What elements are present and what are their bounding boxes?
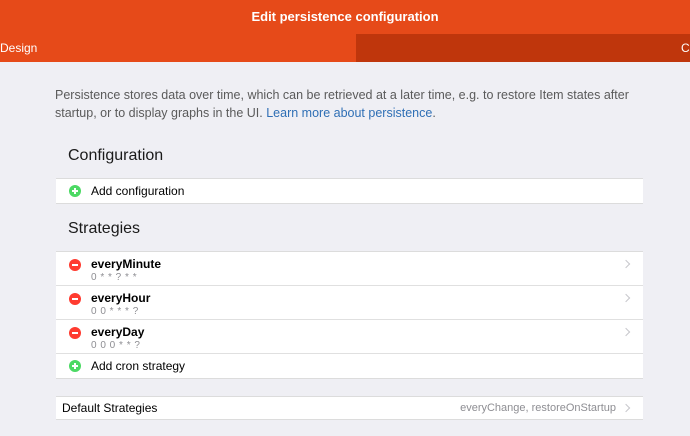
add-configuration-row[interactable]: Add configuration [56, 179, 643, 203]
configuration-heading: Configuration [68, 147, 164, 164]
default-strategies-label: Default Strategies [62, 401, 158, 415]
strategies-list: everyMinute 0 * * ? * * everyHour 0 0 * … [56, 251, 643, 379]
tab-bar: Design Co [0, 34, 690, 62]
add-cron-strategy-label: Add cron strategy [91, 359, 186, 373]
strategy-row[interactable]: everyHour 0 0 * * * ? [56, 286, 643, 320]
page-title: Edit persistence configuration [251, 9, 439, 24]
navbar: Edit persistence configuration [0, 0, 690, 34]
intro-suffix: . [432, 106, 436, 120]
remove-icon[interactable] [69, 327, 81, 339]
add-icon [69, 185, 81, 197]
intro-text: Persistence stores data over time, which… [55, 86, 655, 122]
configuration-list: Add configuration [56, 178, 643, 204]
strategy-name: everyHour [91, 291, 151, 305]
remove-icon[interactable] [69, 259, 81, 271]
strategy-name: everyMinute [91, 257, 162, 271]
tab-code-label: Co [681, 41, 690, 55]
add-configuration-label: Add configuration [91, 184, 185, 198]
tab-design[interactable]: Design [0, 34, 356, 62]
chevron-right-icon [621, 327, 631, 337]
strategies-heading: Strategies [68, 220, 141, 237]
tab-code[interactable]: Co [356, 34, 690, 62]
strategy-row[interactable]: everyMinute 0 * * ? * * [56, 252, 643, 286]
learn-more-link[interactable]: Learn more about persistence [266, 106, 432, 120]
chevron-right-icon [621, 293, 631, 303]
default-strategies-row[interactable]: Default Strategies everyChange, restoreO… [56, 396, 643, 420]
strategy-cron: 0 * * ? * * [91, 272, 138, 283]
add-icon [69, 360, 81, 372]
strategy-row[interactable]: everyDay 0 0 0 * * ? [56, 320, 643, 354]
strategy-name: everyDay [91, 325, 145, 339]
chevron-right-icon [621, 403, 631, 413]
default-strategies-value: everyChange, restoreOnStartup [460, 402, 616, 414]
remove-icon[interactable] [69, 293, 81, 305]
chevron-right-icon [621, 259, 631, 269]
strategy-cron: 0 0 0 * * ? [91, 340, 141, 351]
strategy-cron: 0 0 * * * ? [91, 306, 139, 317]
add-cron-strategy-row[interactable]: Add cron strategy [56, 354, 643, 378]
